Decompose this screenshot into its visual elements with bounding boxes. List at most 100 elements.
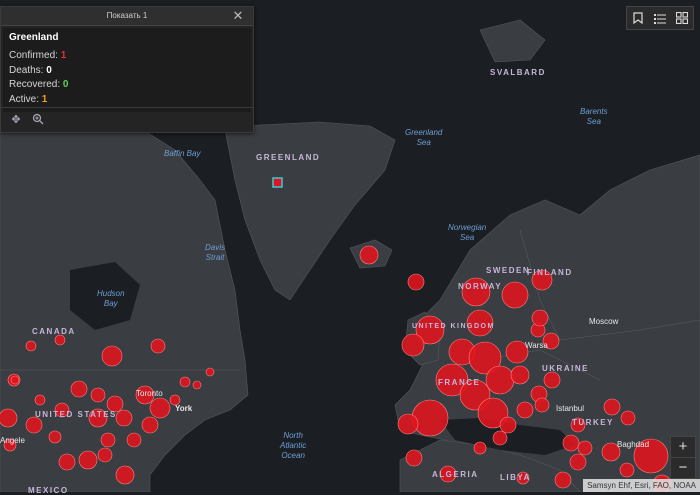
case-bubble[interactable] — [492, 430, 508, 446]
case-bubble[interactable] — [516, 401, 534, 419]
libya-label: LIBYA — [500, 473, 531, 482]
case-bubble[interactable] — [34, 394, 46, 406]
case-bubble[interactable] — [58, 453, 76, 471]
case-bubble[interactable] — [0, 408, 18, 428]
map-toolbar — [626, 6, 694, 30]
moscow-label: Moscow — [589, 317, 619, 326]
turkey-label: TURKEY — [572, 418, 614, 427]
pan-to-icon[interactable]: ✥ — [9, 113, 23, 127]
case-bubble[interactable] — [569, 453, 587, 471]
case-bubble[interactable] — [619, 462, 635, 478]
canada-label: CANADA — [32, 327, 76, 336]
greenland-label: GREENLAND — [256, 153, 321, 162]
case-bubble[interactable] — [485, 365, 515, 395]
active-row: Active: 1 — [9, 93, 245, 108]
case-bubble[interactable] — [359, 245, 379, 265]
toronto-label: Toronto — [136, 389, 163, 398]
case-bubble[interactable] — [149, 397, 171, 419]
case-bubble[interactable] — [562, 434, 580, 452]
case-bubble[interactable] — [534, 397, 550, 413]
case-bubble[interactable] — [25, 340, 37, 352]
case-bubble[interactable] — [141, 416, 159, 434]
case-bubble[interactable] — [577, 440, 593, 456]
warsaw-label: Warsa — [525, 341, 548, 350]
greenland-sea-label: Greenland Sea — [405, 128, 443, 147]
case-bubble[interactable] — [115, 409, 133, 427]
case-bubble[interactable] — [407, 273, 425, 291]
case-bubble[interactable] — [78, 450, 98, 470]
case-bubble[interactable] — [54, 334, 66, 346]
case-bubble[interactable] — [70, 380, 88, 398]
case-bubble[interactable] — [554, 471, 572, 489]
legend-list-icon[interactable] — [649, 7, 671, 29]
case-bubble[interactable] — [531, 309, 549, 327]
popup-heading: Greenland — [9, 32, 59, 43]
case-bubble[interactable] — [150, 338, 166, 354]
recovered-label: Recovered: — [9, 79, 63, 90]
los-angeles-label: Angele — [0, 436, 25, 445]
zoom-to-icon[interactable] — [31, 113, 45, 127]
case-bubble[interactable] — [179, 376, 191, 388]
case-bubble[interactable] — [473, 441, 487, 455]
map-attribution: Samsyn Ehf, Esri, FAO, NOAA — [583, 479, 700, 492]
united-states-label: UNITED STATES — [35, 410, 117, 419]
svalbard-label: SVALBARD — [490, 68, 546, 77]
popup-title: Показать 1 — [106, 11, 148, 20]
united-kingdom-label: UNITED KINGDOM — [412, 323, 495, 330]
norwegian-sea-label: Norwegian Sea — [448, 223, 487, 242]
zoom-controls: + − — [670, 436, 696, 479]
active-value: 1 — [41, 93, 48, 105]
case-bubble[interactable] — [100, 432, 116, 448]
popup-header: Показать 1 ✕ — [1, 7, 253, 26]
active-label: Active: — [9, 93, 42, 105]
case-bubble[interactable] — [401, 333, 425, 357]
case-bubble[interactable] — [192, 380, 202, 390]
greenland-selection-marker[interactable] — [272, 177, 283, 188]
recovered-row: Recovered: 0 — [9, 78, 245, 93]
davis-strait-label: Davis Strait — [205, 243, 226, 262]
popup-content: Greenland Confirmed: 1 Deaths: 0 Recover… — [3, 28, 251, 112]
new-york-label: York — [175, 404, 193, 413]
feature-popup: Показать 1 ✕ Greenland Confirmed: 1 Deat… — [0, 6, 254, 133]
case-bubble[interactable] — [48, 430, 62, 444]
case-bubble[interactable] — [10, 375, 20, 385]
case-bubble[interactable] — [510, 365, 530, 385]
case-bubble[interactable] — [397, 413, 419, 435]
north-atlantic-ocean-label: North Atlantic Ocean — [280, 431, 307, 460]
sweden-label: SWEDEN — [486, 266, 531, 275]
basemap-gallery-icon[interactable] — [671, 7, 693, 29]
hudson-bay-label: Hudson Bay — [97, 289, 125, 308]
case-bubble[interactable] — [543, 371, 561, 389]
case-bubble[interactable] — [405, 449, 423, 467]
algeria-label: ALGERIA — [432, 470, 479, 479]
case-bubble[interactable] — [499, 416, 517, 434]
confirmed-value: 1 — [60, 50, 67, 61]
case-bubble[interactable] — [97, 447, 113, 463]
popup-actions: ✥ — [1, 107, 253, 132]
mexico-label: MEXICO — [28, 486, 69, 495]
baffin-bay-label: Baffin Bay — [164, 149, 201, 158]
case-bubble[interactable] — [411, 399, 449, 437]
case-bubble[interactable] — [603, 398, 621, 416]
confirmed-row: Confirmed: 1 — [9, 49, 245, 64]
case-bubble[interactable] — [205, 367, 215, 377]
zoom-out-button[interactable]: − — [671, 457, 695, 478]
deaths-label: Deaths: — [9, 64, 47, 76]
recovered-value: 0 — [62, 79, 69, 90]
deaths-row: Deaths: 0 — [9, 64, 245, 79]
baghdad-label: Baghdad — [617, 440, 650, 449]
bookmark-icon[interactable] — [627, 7, 649, 29]
case-bubble[interactable] — [101, 345, 123, 367]
barents-sea-label: Barents Sea — [580, 107, 608, 126]
case-bubble[interactable] — [620, 410, 636, 426]
norway-label: NORWAY — [458, 282, 503, 291]
case-bubble[interactable] — [501, 281, 529, 309]
case-bubble[interactable] — [25, 416, 43, 434]
zoom-in-button[interactable]: + — [671, 437, 695, 457]
confirmed-label: Confirmed: — [9, 50, 61, 61]
deaths-value: 0 — [46, 64, 52, 76]
case-bubble[interactable] — [90, 387, 106, 403]
case-bubble[interactable] — [126, 432, 142, 448]
case-bubble[interactable] — [115, 465, 135, 485]
close-icon[interactable]: ✕ — [231, 9, 245, 23]
